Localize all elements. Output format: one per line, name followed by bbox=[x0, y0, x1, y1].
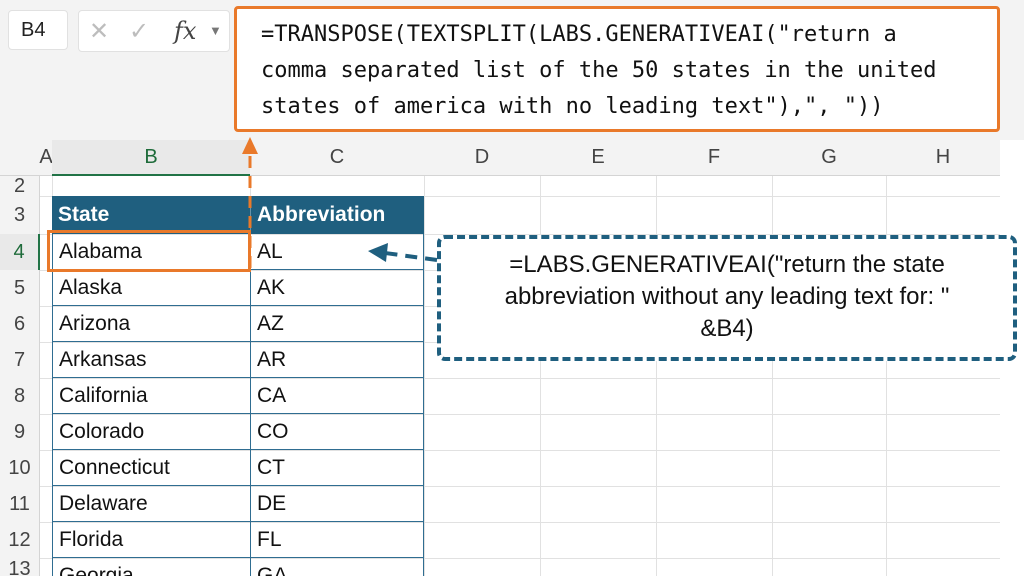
arrow-left-icon bbox=[368, 243, 388, 262]
callout-line: =LABS.GENERATIVEAI("return the state bbox=[509, 251, 945, 278]
arrow-up-icon bbox=[242, 137, 258, 154]
teal-dashed-connector bbox=[384, 251, 438, 262]
callout-line: abbreviation without any leading text fo… bbox=[504, 283, 950, 310]
formula-callout: =LABS.GENERATIVEAI("return the state abb… bbox=[437, 235, 1017, 361]
callout-line: &B4) bbox=[700, 315, 754, 342]
